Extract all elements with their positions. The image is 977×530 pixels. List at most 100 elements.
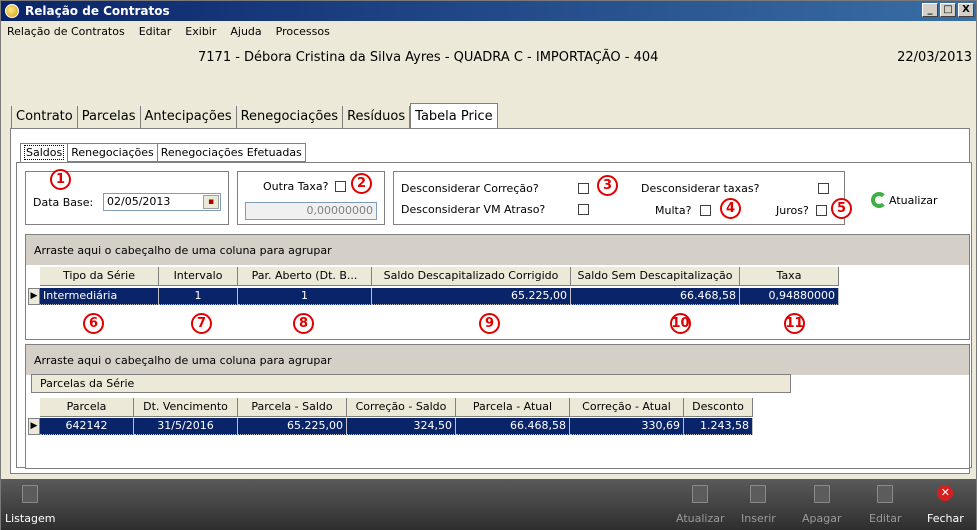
editar-label: Editar: [869, 512, 902, 525]
desconsiderar-taxas-checkbox[interactable]: [818, 183, 829, 194]
tab-antecipacoes[interactable]: Antecipações: [141, 106, 237, 128]
atualizar-button[interactable]: Atualizar: [871, 192, 938, 208]
tab-renegociacoes[interactable]: Renegociações: [237, 106, 344, 128]
calendar-icon[interactable]: ▪: [203, 195, 219, 209]
cell-correcao-saldo: 324,50: [347, 418, 456, 435]
parcela-row[interactable]: 642142 31/5/2016 65.225,00 324,50 66.468…: [40, 418, 753, 435]
menu-exibir[interactable]: Exibir: [183, 25, 218, 38]
outra-taxa-input[interactable]: 0,00000000: [245, 202, 377, 220]
callout-7: 7: [191, 313, 212, 334]
close-icon: ✕: [937, 485, 954, 501]
subtab-renegociacoes-efetuadas[interactable]: Renegociações Efetuadas: [157, 143, 306, 162]
callout-3: 3: [597, 175, 618, 196]
menu-bar: Relação de Contratos Editar Exibir Ajuda…: [1, 21, 976, 41]
col-parcela-saldo[interactable]: Parcela - Saldo: [238, 398, 347, 416]
window-controls: _ □ X: [922, 3, 974, 17]
tab-contrato[interactable]: Contrato: [11, 106, 78, 128]
subtab-renegociacoes[interactable]: Renegociações: [68, 143, 158, 162]
desconsiderar-vm-label: Desconsiderar VM Atraso?: [401, 203, 546, 216]
row-indicator-2: ▶: [28, 418, 40, 435]
col-desconto[interactable]: Desconto: [684, 398, 753, 416]
subtab-saldos-label: Saldos: [24, 145, 65, 160]
menu-ajuda[interactable]: Ajuda: [228, 25, 263, 38]
fechar-label: Fechar: [927, 512, 964, 525]
col-dt-vencimento[interactable]: Dt. Vencimento: [134, 398, 238, 416]
callout-1: 1: [50, 169, 71, 190]
col-saldo-sem-descap[interactable]: Saldo Sem Descapitalização: [571, 267, 740, 285]
tab-tabela-price[interactable]: Tabela Price: [410, 103, 498, 128]
callout-11: 11: [784, 313, 805, 334]
close-button[interactable]: X: [958, 3, 974, 17]
col-parcela[interactable]: Parcela: [40, 398, 134, 416]
series-row[interactable]: Intermediária 1 1 65.225,00 66.468,58 0,…: [40, 288, 839, 305]
cell-saldo-descap: 65.225,00: [372, 288, 571, 305]
cell-saldo-sem-descap: 66.468,58: [571, 288, 740, 305]
col-saldo-descap[interactable]: Saldo Descapitalizado Corrigido: [372, 267, 571, 285]
refresh-icon: [871, 192, 887, 208]
desconsiderar-vm-checkbox[interactable]: [578, 204, 589, 215]
callout-4: 4: [720, 198, 741, 219]
outra-taxa-label: Outra Taxa?: [263, 180, 329, 193]
series-group-hint: Arraste aqui o cabeçalho de uma coluna p…: [26, 235, 969, 265]
apagar-label: Apagar: [802, 512, 842, 525]
col-intervalo[interactable]: Intervalo: [159, 267, 238, 285]
series-grid-header: Tipo da Série Intervalo Par. Aberto (Dt.…: [40, 267, 839, 286]
refresh-icon-disabled: [692, 485, 709, 503]
atualizar-label: Atualizar: [889, 193, 938, 207]
cell-intervalo: 1: [159, 288, 238, 305]
sub-tabs: Saldos Renegociações Renegociações Efetu…: [20, 143, 306, 162]
app-icon: [5, 4, 19, 18]
juros-label: Juros?: [776, 204, 809, 217]
row-indicator: ▶: [28, 288, 40, 305]
maximize-button[interactable]: □: [940, 3, 956, 17]
inserir-button[interactable]: Inserir: [741, 485, 776, 525]
parcelas-grid-header: Parcela Dt. Vencimento Parcela - Saldo C…: [40, 398, 753, 417]
tab-residuos[interactable]: Resíduos: [343, 106, 411, 128]
col-par-aberto[interactable]: Par. Aberto (Dt. B...: [238, 267, 372, 285]
contract-description: 7171 - Débora Cristina da Silva Ayres - …: [198, 50, 659, 65]
outra-taxa-checkbox[interactable]: [335, 181, 346, 192]
col-correcao-saldo[interactable]: Correção - Saldo: [347, 398, 456, 416]
listagem-button[interactable]: Listagem: [5, 485, 55, 525]
menu-relacao[interactable]: Relação de Contratos: [5, 25, 127, 38]
title-bar: Relação de Contratos _ □ X: [1, 1, 976, 21]
menu-editar[interactable]: Editar: [137, 25, 174, 38]
callout-6: 6: [83, 313, 104, 334]
multa-label: Multa?: [655, 204, 692, 217]
cell-dt-vencimento: 31/5/2016: [134, 418, 238, 435]
juros-checkbox[interactable]: [816, 205, 827, 216]
desconsiderar-correcao-checkbox[interactable]: [578, 183, 589, 194]
cell-parcela-saldo: 65.225,00: [238, 418, 347, 435]
col-parcela-atual[interactable]: Parcela - Atual: [456, 398, 570, 416]
apagar-button[interactable]: Apagar: [802, 485, 842, 525]
menu-processos[interactable]: Processos: [274, 25, 332, 38]
multa-checkbox[interactable]: [700, 205, 711, 216]
delete-icon: [813, 485, 830, 503]
callout-8: 8: [293, 313, 314, 334]
desconsiderar-taxas-label: Desconsiderar taxas?: [641, 182, 760, 195]
main-window: Relação de Contratos _ □ X Relação de Co…: [0, 0, 977, 530]
editar-button[interactable]: Editar: [869, 485, 902, 525]
insert-icon: [750, 485, 767, 503]
main-tabs: Contrato Parcelas Antecipações Renegocia…: [11, 103, 498, 128]
cell-parcela: 642142: [40, 418, 134, 435]
col-tipo-serie[interactable]: Tipo da Série: [40, 267, 159, 285]
cell-correcao-atual: 330,69: [570, 418, 684, 435]
col-correcao-atual[interactable]: Correção - Atual: [570, 398, 684, 416]
inserir-label: Inserir: [741, 512, 776, 525]
data-base-label: Data Base:: [33, 196, 94, 209]
minimize-button[interactable]: _: [922, 3, 938, 17]
desconsiderar-correcao-label: Desconsiderar Correção?: [401, 182, 539, 195]
cell-tipo-serie: Intermediária: [40, 288, 159, 305]
fechar-button[interactable]: ✕ Fechar: [927, 485, 964, 525]
subtab-saldos[interactable]: Saldos: [20, 143, 69, 162]
edit-icon: [877, 485, 894, 503]
tab-parcelas[interactable]: Parcelas: [78, 106, 141, 128]
callout-5: 5: [831, 198, 852, 219]
callout-9: 9: [479, 313, 500, 334]
window-title: Relação de Contratos: [25, 4, 170, 18]
col-taxa[interactable]: Taxa: [740, 267, 839, 285]
callout-2: 2: [351, 173, 372, 194]
toolbar-atualizar-button[interactable]: Atualizar: [676, 485, 725, 525]
document-icon: [22, 485, 39, 503]
